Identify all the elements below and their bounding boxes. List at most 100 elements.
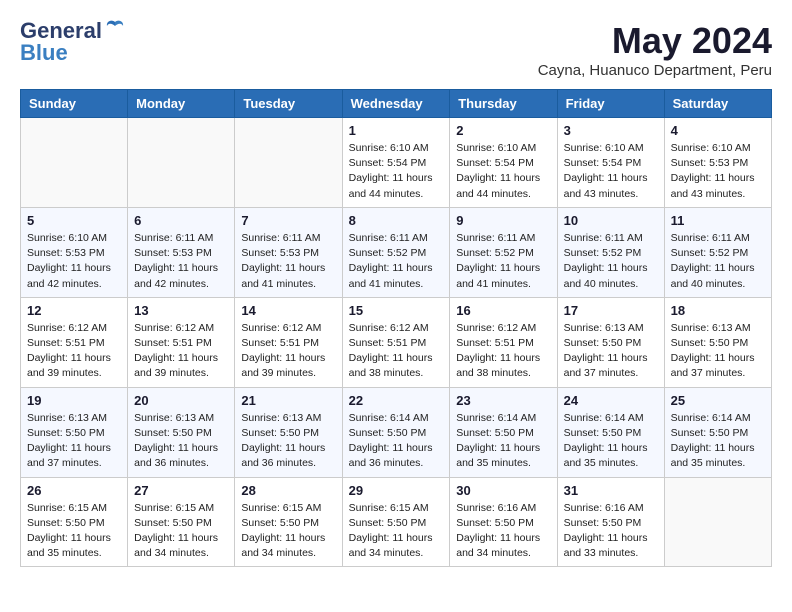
- logo-general-text: General: [20, 20, 102, 42]
- day-info: Sunrise: 6:10 AMSunset: 5:54 PMDaylight:…: [456, 141, 550, 202]
- day-number: 30: [456, 483, 550, 498]
- day-number: 20: [134, 393, 228, 408]
- calendar-cell: 18 Sunrise: 6:13 AMSunset: 5:50 PMDayligh…: [664, 297, 771, 387]
- day-number: 2: [456, 123, 550, 138]
- calendar-table: SundayMondayTuesdayWednesdayThursdayFrid…: [20, 89, 772, 567]
- day-number: 27: [134, 483, 228, 498]
- day-number: 13: [134, 303, 228, 318]
- day-number: 18: [671, 303, 765, 318]
- day-number: 12: [27, 303, 121, 318]
- day-info: Sunrise: 6:12 AMSunset: 5:51 PMDaylight:…: [456, 321, 550, 382]
- weekday-header-row: SundayMondayTuesdayWednesdayThursdayFrid…: [21, 90, 772, 118]
- day-info: Sunrise: 6:16 AMSunset: 5:50 PMDaylight:…: [564, 501, 658, 562]
- logo-bird-icon: [104, 18, 126, 40]
- calendar-cell: 31 Sunrise: 6:16 AMSunset: 5:50 PMDayligh…: [557, 477, 664, 567]
- calendar-cell: 12Sunrise: 6:12 AMSunset: 5:51 PMDayligh…: [21, 297, 128, 387]
- weekday-header-tuesday: Tuesday: [235, 90, 342, 118]
- day-number: 5: [27, 213, 121, 228]
- day-info: Sunrise: 6:12 AMSunset: 5:51 PMDaylight:…: [349, 321, 444, 382]
- calendar-cell: 26Sunrise: 6:15 AMSunset: 5:50 PMDayligh…: [21, 477, 128, 567]
- calendar-cell: [128, 118, 235, 208]
- day-number: 6: [134, 213, 228, 228]
- day-info: Sunrise: 6:10 AMSunset: 5:54 PMDaylight:…: [564, 141, 658, 202]
- calendar-cell: 4 Sunrise: 6:10 AMSunset: 5:53 PMDaylight…: [664, 118, 771, 208]
- day-number: 1: [349, 123, 444, 138]
- day-info: Sunrise: 6:13 AMSunset: 5:50 PMDaylight:…: [671, 321, 765, 382]
- calendar-cell: 14 Sunrise: 6:12 AMSunset: 5:51 PMDayligh…: [235, 297, 342, 387]
- month-title: May 2024: [538, 20, 772, 62]
- calendar-cell: 21 Sunrise: 6:13 AMSunset: 5:50 PMDayligh…: [235, 387, 342, 477]
- day-info: Sunrise: 6:13 AMSunset: 5:50 PMDaylight:…: [27, 411, 121, 472]
- calendar-cell: 20 Sunrise: 6:13 AMSunset: 5:50 PMDayligh…: [128, 387, 235, 477]
- logo: General Blue: [20, 20, 126, 64]
- calendar-cell: 15Sunrise: 6:12 AMSunset: 5:51 PMDayligh…: [342, 297, 450, 387]
- calendar-cell: 22 Sunrise: 6:14 AMSunset: 5:50 PMDayligh…: [342, 387, 450, 477]
- calendar-cell: 2 Sunrise: 6:10 AMSunset: 5:54 PMDaylight…: [450, 118, 557, 208]
- weekday-header-friday: Friday: [557, 90, 664, 118]
- day-number: 28: [241, 483, 335, 498]
- day-info: Sunrise: 6:11 AMSunset: 5:52 PMDaylight:…: [349, 231, 444, 292]
- day-number: 7: [241, 213, 335, 228]
- day-number: 26: [27, 483, 121, 498]
- day-info: Sunrise: 6:14 AMSunset: 5:50 PMDaylight:…: [564, 411, 658, 472]
- calendar-cell: 1Sunrise: 6:10 AMSunset: 5:54 PMDaylight…: [342, 118, 450, 208]
- day-number: 11: [671, 213, 765, 228]
- day-number: 31: [564, 483, 658, 498]
- day-info: Sunrise: 6:11 AMSunset: 5:53 PMDaylight:…: [241, 231, 335, 292]
- location-subtitle: Cayna, Huanuco Department, Peru: [538, 62, 772, 79]
- calendar-cell: 30 Sunrise: 6:16 AMSunset: 5:50 PMDayligh…: [450, 477, 557, 567]
- day-info: Sunrise: 6:12 AMSunset: 5:51 PMDaylight:…: [134, 321, 228, 382]
- day-number: 23: [456, 393, 550, 408]
- day-info: Sunrise: 6:12 AMSunset: 5:51 PMDaylight:…: [241, 321, 335, 382]
- calendar-cell: 16 Sunrise: 6:12 AMSunset: 5:51 PMDayligh…: [450, 297, 557, 387]
- day-info: Sunrise: 6:10 AMSunset: 5:53 PMDaylight:…: [671, 141, 765, 202]
- calendar-week-3: 12 Sunrise: 6:12 AMSunset: 5:51 PMDayligh…: [21, 297, 772, 387]
- day-number: 22: [349, 393, 444, 408]
- calendar-cell: 9 Sunrise: 6:11 AMSunset: 5:52 PMDaylight…: [450, 207, 557, 297]
- day-number: 16: [456, 303, 550, 318]
- calendar-week-4: 19 Sunrise: 6:13 AMSunset: 5:50 PMDayligh…: [21, 387, 772, 477]
- day-number: 25: [671, 393, 765, 408]
- calendar-cell: [235, 118, 342, 208]
- weekday-header-wednesday: Wednesday: [342, 90, 450, 118]
- calendar-cell: 8Sunrise: 6:11 AMSunset: 5:52 PMDaylight…: [342, 207, 450, 297]
- calendar-cell: 27Sunrise: 6:15 AMSunset: 5:50 PMDayligh…: [128, 477, 235, 567]
- day-info: Sunrise: 6:15 AMSunset: 5:50 PMDaylight:…: [349, 501, 444, 562]
- header: General Blue May 2024 Cayna, Huanuco Dep…: [20, 20, 772, 79]
- day-info: Sunrise: 6:13 AMSunset: 5:50 PMDaylight:…: [134, 411, 228, 472]
- day-number: 24: [564, 393, 658, 408]
- day-info: Sunrise: 6:14 AMSunset: 5:50 PMDaylight:…: [349, 411, 444, 472]
- calendar-cell: 7 Sunrise: 6:11 AMSunset: 5:53 PMDaylight…: [235, 207, 342, 297]
- day-info: Sunrise: 6:14 AMSunset: 5:50 PMDaylight:…: [456, 411, 550, 472]
- day-info: Sunrise: 6:11 AMSunset: 5:52 PMDaylight:…: [456, 231, 550, 292]
- calendar-cell: 28 Sunrise: 6:15 AMSunset: 5:50 PMDayligh…: [235, 477, 342, 567]
- calendar-cell: [664, 477, 771, 567]
- calendar-cell: 5 Sunrise: 6:10 AMSunset: 5:53 PMDaylight…: [21, 207, 128, 297]
- calendar-cell: 19 Sunrise: 6:13 AMSunset: 5:50 PMDayligh…: [21, 387, 128, 477]
- day-number: 19: [27, 393, 121, 408]
- day-info: Sunrise: 6:11 AMSunset: 5:52 PMDaylight:…: [564, 231, 658, 292]
- day-info: Sunrise: 6:10 AMSunset: 5:53 PMDaylight:…: [27, 231, 121, 292]
- calendar-cell: 13 Sunrise: 6:12 AMSunset: 5:51 PMDayligh…: [128, 297, 235, 387]
- calendar-cell: 29 Sunrise: 6:15 AMSunset: 5:50 PMDayligh…: [342, 477, 450, 567]
- day-info: Sunrise: 6:15 AMSunset: 5:50 PMDaylight:…: [241, 501, 335, 562]
- day-info: Sunrise: 6:13 AMSunset: 5:50 PMDaylight:…: [564, 321, 658, 382]
- day-number: 21: [241, 393, 335, 408]
- logo-blue-text: Blue: [20, 42, 68, 64]
- day-info: Sunrise: 6:16 AMSunset: 5:50 PMDaylight:…: [456, 501, 550, 562]
- calendar-week-1: 1 Sunrise: 6:10 AMSunset: 5:54 PMDaylight…: [21, 118, 772, 208]
- day-info: Sunrise: 6:11 AMSunset: 5:53 PMDaylight:…: [134, 231, 228, 292]
- weekday-header-sunday: Sunday: [21, 90, 128, 118]
- calendar-cell: 10Sunrise: 6:11 AMSunset: 5:52 PMDayligh…: [557, 207, 664, 297]
- day-number: 9: [456, 213, 550, 228]
- day-number: 29: [349, 483, 444, 498]
- title-area: May 2024 Cayna, Huanuco Department, Peru: [538, 20, 772, 79]
- day-number: 14: [241, 303, 335, 318]
- day-info: Sunrise: 6:13 AMSunset: 5:50 PMDaylight:…: [241, 411, 335, 472]
- day-info: Sunrise: 6:14 AMSunset: 5:50 PMDaylight:…: [671, 411, 765, 472]
- weekday-header-saturday: Saturday: [664, 90, 771, 118]
- calendar-cell: 17Sunrise: 6:13 AMSunset: 5:50 PMDayligh…: [557, 297, 664, 387]
- calendar-cell: 11Sunrise: 6:11 AMSunset: 5:52 PMDayligh…: [664, 207, 771, 297]
- calendar-cell: 24 Sunrise: 6:14 AMSunset: 5:50 PMDayligh…: [557, 387, 664, 477]
- day-number: 4: [671, 123, 765, 138]
